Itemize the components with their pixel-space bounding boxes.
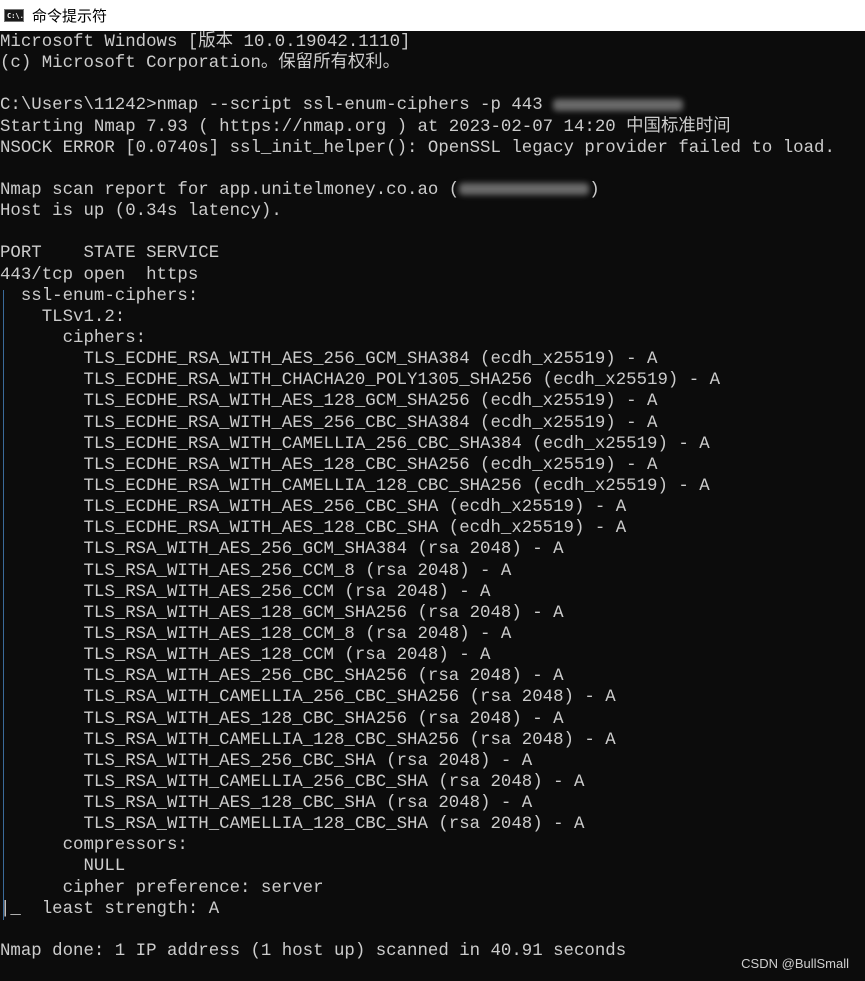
console-line-text: Starting Nmap 7.93 ( https://nmap.org ) …: [0, 117, 731, 137]
console-line-text: TLS_RSA_WITH_AES_128_CCM (rsa 2048) - A: [0, 646, 491, 666]
console-line-text: 443/tcp open https: [0, 265, 199, 285]
console-line: TLS_RSA_WITH_AES_128_CCM (rsa 2048) - A: [0, 645, 865, 666]
console-line: C:\Users\11242>nmap --script ssl-enum-ci…: [0, 95, 865, 116]
console-line: TLS_ECDHE_RSA_WITH_AES_128_CBC_SHA256 (e…: [0, 455, 865, 476]
console-line: NSOCK ERROR [0.0740s] ssl_init_helper():…: [0, 138, 865, 159]
console-line: TLS_ECDHE_RSA_WITH_AES_256_CBC_SHA (ecdh…: [0, 497, 865, 518]
title-bar[interactable]: C:\. 命令提示符: [0, 0, 865, 31]
console-line-text: TLS_RSA_WITH_AES_256_CCM_8 (rsa 2048) - …: [0, 561, 512, 581]
console-line: TLS_RSA_WITH_AES_256_CCM (rsa 2048) - A: [0, 582, 865, 603]
console-line-text: TLS_RSA_WITH_AES_256_CBC_SHA256 (rsa 204…: [0, 667, 564, 687]
console-line: TLS_ECDHE_RSA_WITH_AES_128_GCM_SHA256 (e…: [0, 391, 865, 412]
watermark: CSDN @BullSmall: [741, 956, 849, 971]
console-line-text: NULL: [0, 857, 126, 877]
window-title: 命令提示符: [32, 7, 108, 25]
console-line-text: TLS_RSA_WITH_AES_128_CCM_8 (rsa 2048) - …: [0, 624, 512, 644]
console-line-text: TLS_RSA_WITH_CAMELLIA_128_CBC_SHA256 (rs…: [0, 730, 616, 750]
console-line-text: Nmap done: 1 IP address (1 host up) scan…: [0, 942, 627, 962]
console-line-text: Nmap scan report for app.unitelmoney.co.…: [0, 180, 460, 200]
console-line-text: TLS_RSA_WITH_AES_256_GCM_SHA384 (rsa 204…: [0, 540, 564, 560]
console-line: PORT STATE SERVICE: [0, 243, 865, 264]
redacted-ip: [459, 183, 590, 196]
console-line: TLSv1.2:: [0, 307, 865, 328]
console-line-text: TLS_RSA_WITH_AES_128_GCM_SHA256 (rsa 204…: [0, 603, 564, 623]
console-line-text: ssl-enum-ciphers:: [0, 286, 199, 306]
console-line-text: compressors:: [0, 836, 188, 856]
console-line: Starting Nmap 7.93 ( https://nmap.org ) …: [0, 117, 865, 138]
console-line: Nmap scan report for app.unitelmoney.co.…: [0, 180, 865, 201]
console-line: TLS_ECDHE_RSA_WITH_AES_128_CBC_SHA (ecdh…: [0, 518, 865, 539]
console-line: Microsoft Windows [版本 10.0.19042.1110]: [0, 32, 865, 53]
console-line: TLS_RSA_WITH_AES_256_CBC_SHA (rsa 2048) …: [0, 751, 865, 772]
console-line: TLS_RSA_WITH_AES_256_CBC_SHA256 (rsa 204…: [0, 666, 865, 687]
console-line: TLS_RSA_WITH_AES_128_GCM_SHA256 (rsa 204…: [0, 603, 865, 624]
console-line-text: TLS_RSA_WITH_AES_256_CCM (rsa 2048) - A: [0, 582, 491, 602]
console-line-text: TLS_ECDHE_RSA_WITH_AES_128_CBC_SHA256 (e…: [0, 455, 658, 475]
console-line-text: (c) Microsoft Corporation。保留所有权利。: [0, 54, 401, 74]
console-line: TLS_ECDHE_RSA_WITH_CHACHA20_POLY1305_SHA…: [0, 370, 865, 391]
console-line: TLS_RSA_WITH_AES_128_CBC_SHA256 (rsa 204…: [0, 709, 865, 730]
redacted-ip: [553, 98, 684, 111]
console-line: TLS_RSA_WITH_AES_256_CCM_8 (rsa 2048) - …: [0, 561, 865, 582]
console-line-text: TLS_ECDHE_RSA_WITH_AES_256_CBC_SHA384 (e…: [0, 413, 658, 433]
console-line: |_ least strength: A: [0, 899, 865, 920]
console-line: (c) Microsoft Corporation。保留所有权利。: [0, 53, 865, 74]
console-line-text: TLS_ECDHE_RSA_WITH_AES_128_GCM_SHA256 (e…: [0, 392, 658, 412]
console-line: TLS_RSA_WITH_AES_128_CCM_8 (rsa 2048) - …: [0, 624, 865, 645]
console-line-text: TLS_RSA_WITH_AES_128_CBC_SHA (rsa 2048) …: [0, 794, 533, 814]
console-line: ciphers:: [0, 328, 865, 349]
cmd-icon: C:\.: [4, 9, 24, 22]
console-line-text: TLS_RSA_WITH_CAMELLIA_256_CBC_SHA (rsa 2…: [0, 772, 585, 792]
console-line-text: TLS_ECDHE_RSA_WITH_AES_256_CBC_SHA (ecdh…: [0, 498, 627, 518]
console-line: TLS_ECDHE_RSA_WITH_AES_256_CBC_SHA384 (e…: [0, 413, 865, 434]
console-output[interactable]: Microsoft Windows [版本 10.0.19042.1110] (c…: [0, 32, 865, 962]
console-line: 443/tcp open https: [0, 265, 865, 286]
console-line-text: TLS_RSA_WITH_AES_128_CBC_SHA256 (rsa 204…: [0, 709, 564, 729]
console-line-text: TLS_ECDHE_RSA_WITH_CHACHA20_POLY1305_SHA…: [0, 371, 721, 391]
console-line: TLS_RSA_WITH_CAMELLIA_256_CBC_SHA256 (rs…: [0, 687, 865, 708]
console-line-text: PORT STATE SERVICE: [0, 244, 220, 264]
console-line-text: cipher preference: server: [0, 878, 324, 898]
console-line-text: TLS_RSA_WITH_CAMELLIA_128_CBC_SHA (rsa 2…: [0, 815, 585, 835]
console-line-text: TLS_ECDHE_RSA_WITH_CAMELLIA_128_CBC_SHA2…: [0, 476, 710, 496]
console-line-text: ciphers:: [0, 328, 147, 348]
console-line: TLS_ECDHE_RSA_WITH_CAMELLIA_128_CBC_SHA2…: [0, 476, 865, 497]
console-line: NULL: [0, 856, 865, 877]
console-line: Host is up (0.34s latency).: [0, 201, 865, 222]
console-line-text: TLS_RSA_WITH_CAMELLIA_256_CBC_SHA256 (rs…: [0, 688, 616, 708]
console-line-text: TLS_ECDHE_RSA_WITH_AES_128_CBC_SHA (ecdh…: [0, 519, 627, 539]
console-line: TLS_RSA_WITH_CAMELLIA_128_CBC_SHA (rsa 2…: [0, 814, 865, 835]
console-line-text: TLSv1.2:: [0, 307, 126, 327]
console-line-text: Microsoft Windows [版本 10.0.19042.1110]: [0, 33, 411, 52]
console-line: compressors:: [0, 835, 865, 856]
console-line-text: |_ least strength: A: [0, 899, 220, 919]
console-line-text: Host is up (0.34s latency).: [0, 202, 282, 222]
console-line: Nmap done: 1 IP address (1 host up) scan…: [0, 941, 865, 962]
console-line-text: TLS_ECDHE_RSA_WITH_CAMELLIA_256_CBC_SHA3…: [0, 434, 710, 454]
tree-line: [3, 290, 4, 920]
console-line: ssl-enum-ciphers:: [0, 286, 865, 307]
console-line: TLS_RSA_WITH_AES_128_CBC_SHA (rsa 2048) …: [0, 793, 865, 814]
console-line-text: TLS_ECDHE_RSA_WITH_AES_256_GCM_SHA384 (e…: [0, 350, 658, 370]
console-line: cipher preference: server: [0, 878, 865, 899]
console-line: TLS_RSA_WITH_AES_256_GCM_SHA384 (rsa 204…: [0, 539, 865, 560]
console-line: TLS_ECDHE_RSA_WITH_AES_256_GCM_SHA384 (e…: [0, 349, 865, 370]
console-line-text: C:\Users\11242>nmap --script ssl-enum-ci…: [0, 96, 554, 116]
console-line-text: NSOCK ERROR [0.0740s] ssl_init_helper():…: [0, 138, 835, 158]
console-line: TLS_RSA_WITH_CAMELLIA_128_CBC_SHA256 (rs…: [0, 730, 865, 751]
console-line: TLS_RSA_WITH_CAMELLIA_256_CBC_SHA (rsa 2…: [0, 772, 865, 793]
console-line-text: TLS_RSA_WITH_AES_256_CBC_SHA (rsa 2048) …: [0, 751, 533, 771]
console-line-suffix: ): [589, 180, 600, 200]
console-line: TLS_ECDHE_RSA_WITH_CAMELLIA_256_CBC_SHA3…: [0, 434, 865, 455]
